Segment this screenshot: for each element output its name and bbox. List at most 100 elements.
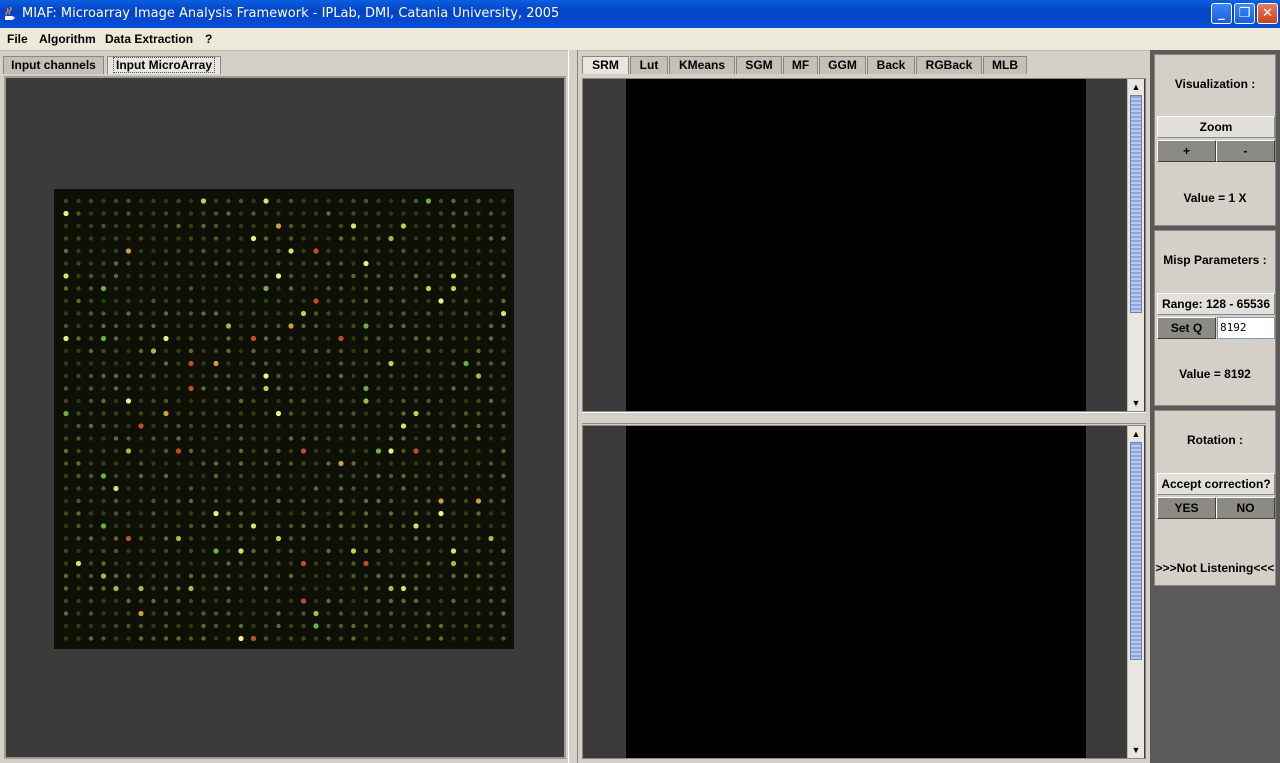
microarray-spot xyxy=(300,560,307,567)
no-button[interactable]: NO xyxy=(1216,497,1275,519)
lower-scroll-thumb[interactable] xyxy=(1130,442,1142,660)
microarray-spot xyxy=(138,223,144,229)
tab-input-microarray[interactable]: Input MicroArray xyxy=(107,56,221,74)
microarray-spot xyxy=(275,273,282,279)
microarray-spot xyxy=(475,373,482,379)
menu-file[interactable]: File xyxy=(7,32,28,46)
microarray-spot xyxy=(201,486,206,491)
tab-ggm[interactable]: GGM xyxy=(819,56,866,74)
microarray-spot xyxy=(238,523,244,529)
microarray-spot xyxy=(188,423,194,429)
microarray-spot xyxy=(138,386,144,391)
microarray-spot xyxy=(200,198,207,204)
microarray-spot xyxy=(163,461,169,466)
upper-scroll-thumb[interactable] xyxy=(1130,95,1142,313)
menu-data-extraction[interactable]: Data Extraction xyxy=(105,32,193,46)
tab-mf[interactable]: MF xyxy=(783,56,818,74)
microarray-spot xyxy=(113,298,119,304)
microarray-spot xyxy=(276,448,281,454)
viewer-split-divider[interactable] xyxy=(582,412,1146,424)
microarray-spot xyxy=(88,573,94,579)
microarray-spot xyxy=(413,586,419,591)
tab-lut[interactable]: Lut xyxy=(630,56,668,74)
microarray-spot xyxy=(238,448,244,454)
yes-button[interactable]: YES xyxy=(1157,497,1216,519)
zoom-out-button[interactable]: - xyxy=(1216,140,1275,162)
microarray-spot xyxy=(501,523,506,529)
microarray-spot xyxy=(275,410,282,417)
arrow-down-icon[interactable]: ▼ xyxy=(1128,743,1144,757)
microarray-spot xyxy=(301,273,306,279)
microarray-spot xyxy=(451,336,456,341)
menu-help[interactable]: ? xyxy=(205,32,212,46)
tab-rgback[interactable]: RGBack xyxy=(916,56,982,74)
microarray-spot xyxy=(476,523,481,529)
microarray-spot xyxy=(501,298,506,304)
microarray-spot xyxy=(101,536,106,541)
microarray-spot xyxy=(88,536,94,541)
microarray-spot xyxy=(376,598,381,604)
microarray-spot xyxy=(113,511,119,516)
split-pane-divider[interactable] xyxy=(568,50,578,763)
microarray-spot xyxy=(338,536,344,541)
tab-back[interactable]: Back xyxy=(867,56,915,74)
arrow-down-icon[interactable]: ▼ xyxy=(1128,396,1144,410)
microarray-spot xyxy=(201,498,206,504)
microarray-spot xyxy=(176,236,181,241)
tab-kmeans[interactable]: KMeans xyxy=(669,56,735,74)
title-bar[interactable]: MIAF: Microarray Image Analysis Framewor… xyxy=(0,0,1280,28)
microarray-spot xyxy=(338,411,344,416)
microarray-spot xyxy=(88,386,94,391)
microarray-spot xyxy=(201,636,206,641)
microarray-spot xyxy=(263,373,269,379)
microarray-spot xyxy=(463,248,469,254)
microarray-spot xyxy=(338,448,344,454)
microarray-spot xyxy=(363,523,369,529)
tab-sgm[interactable]: SGM xyxy=(736,56,782,74)
microarray-spot xyxy=(501,511,506,516)
microarray-spot xyxy=(263,223,269,229)
microarray-spot xyxy=(163,598,169,604)
microarray-spot xyxy=(413,386,419,391)
menu-algorithm[interactable]: Algorithm xyxy=(39,32,96,46)
microarray-spot xyxy=(213,448,219,454)
tab-mlb[interactable]: MLB xyxy=(983,56,1027,74)
set-q-button[interactable]: Set Q xyxy=(1157,317,1216,339)
microarray-spot xyxy=(113,498,119,504)
microarray-spot xyxy=(125,398,132,404)
microarray-spot xyxy=(488,498,494,504)
microarray-spot xyxy=(351,536,356,541)
microarray-spot xyxy=(313,198,319,204)
microarray-spot xyxy=(476,598,481,604)
microarray-spot xyxy=(151,223,156,229)
arrow-up-icon[interactable]: ▲ xyxy=(1128,427,1144,441)
microarray-spot xyxy=(338,598,344,604)
microarray-spot xyxy=(488,273,494,279)
zoom-in-button[interactable]: + xyxy=(1157,140,1216,162)
microarray-spot xyxy=(488,361,494,366)
microarray-spot xyxy=(226,286,231,291)
tab-input-channels[interactable]: Input channels xyxy=(3,56,104,74)
microarray-spot xyxy=(313,486,319,491)
microarray-spot xyxy=(401,336,406,341)
maximize-button[interactable]: ❐ xyxy=(1234,3,1255,24)
upper-vertical-scrollbar[interactable]: ▲ ▼ xyxy=(1127,79,1144,411)
microarray-spot xyxy=(126,311,131,316)
microarray-spot xyxy=(201,398,206,404)
microarray-spot xyxy=(301,436,306,441)
microarray-spot xyxy=(63,248,69,254)
minimize-button[interactable]: _ xyxy=(1211,3,1232,24)
microarray-spot xyxy=(263,461,269,466)
close-button[interactable]: ✕ xyxy=(1257,3,1278,24)
q-value-input[interactable]: 8192 xyxy=(1217,317,1275,339)
arrow-up-icon[interactable]: ▲ xyxy=(1128,80,1144,94)
lower-vertical-scrollbar[interactable]: ▲ ▼ xyxy=(1127,426,1144,758)
microarray-spot xyxy=(351,436,356,441)
microarray-spot xyxy=(188,623,194,629)
tab-srm[interactable]: SRM xyxy=(582,56,629,74)
microarray-spot xyxy=(276,261,281,266)
microarray-spot xyxy=(451,473,456,479)
microarray-spot xyxy=(88,623,94,629)
microarray-spot xyxy=(363,385,369,392)
microarray-spot xyxy=(176,573,181,579)
